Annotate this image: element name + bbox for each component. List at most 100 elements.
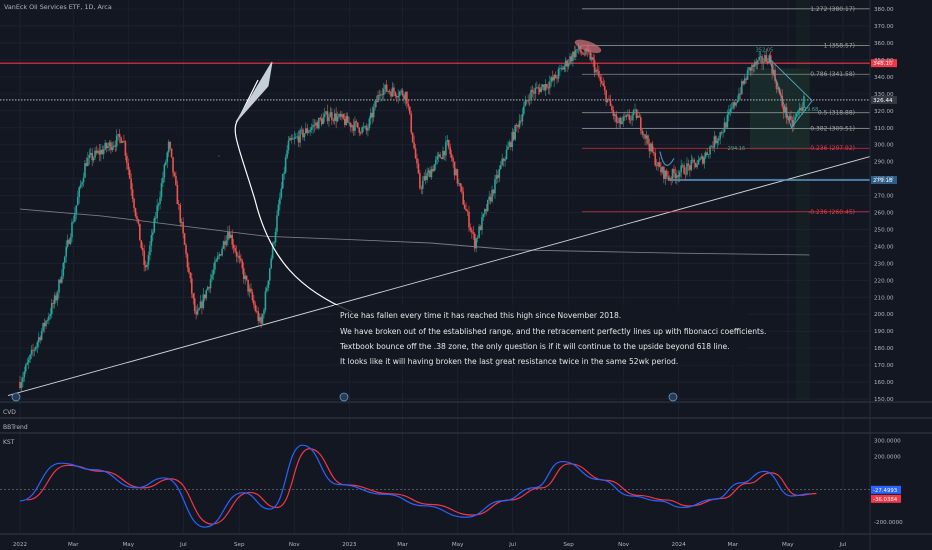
candle-body <box>222 241 225 249</box>
candle-body <box>227 232 229 241</box>
candle-body <box>562 67 564 70</box>
candle-body <box>673 169 675 174</box>
candle-body <box>557 69 560 79</box>
candle-body <box>319 117 322 119</box>
candle-body <box>203 294 206 299</box>
candle-body <box>559 68 561 70</box>
candle-body <box>255 310 258 312</box>
candle-body <box>267 280 270 289</box>
candle-body <box>254 304 257 311</box>
candle-body <box>192 293 195 299</box>
candle-body <box>759 56 762 58</box>
candle-body <box>201 301 203 308</box>
candle-body <box>361 127 363 134</box>
annotation-line-3: Textbook bounce off the .38 zone, the on… <box>340 342 730 351</box>
candle-body <box>95 150 98 153</box>
candle-body <box>492 189 495 194</box>
shaded-zone <box>795 0 810 400</box>
candle-body <box>764 55 766 63</box>
candle-body <box>691 159 694 161</box>
candle-body <box>104 143 106 150</box>
cvd-label[interactable]: CVD <box>3 409 16 416</box>
candle-body <box>94 150 96 158</box>
y-tick-label: 200.00 <box>874 312 894 318</box>
y-tick-label: 190.00 <box>874 329 894 335</box>
bbtrend-label[interactable]: BBTrend <box>3 424 28 431</box>
x-tick-label: Mar <box>397 542 408 548</box>
kst-label[interactable]: KST <box>3 439 14 446</box>
candle-body <box>331 112 333 120</box>
candle-body <box>442 150 444 159</box>
candle-body <box>644 134 646 139</box>
candle-body <box>362 127 365 129</box>
candle-body <box>266 288 268 292</box>
candle-body <box>570 56 573 62</box>
candle-body <box>551 77 554 81</box>
kst-tick-label: 200.0000 <box>874 455 901 461</box>
candle-body <box>674 173 677 179</box>
candle-body <box>398 91 401 96</box>
candle-body <box>105 143 108 149</box>
candle-body <box>741 81 743 95</box>
fib-label: 0.382 (309.51) <box>810 126 855 133</box>
candle-body <box>460 186 463 192</box>
candle-body <box>280 188 283 198</box>
candle-body <box>485 209 488 212</box>
candle-body <box>504 159 506 161</box>
candle-body <box>292 138 294 140</box>
candle-body <box>429 170 431 178</box>
y-tick-label: 280.00 <box>874 177 894 183</box>
candle-body <box>618 117 620 123</box>
candle-body <box>224 241 226 245</box>
candle-body <box>349 122 352 128</box>
candle-body <box>430 169 433 178</box>
symbol-title[interactable]: VanEck Oil Services ETF, 1D, Arca <box>4 3 112 11</box>
candle-body <box>62 262 65 276</box>
moving-average-line <box>19 208 810 256</box>
candle-body <box>113 145 115 147</box>
candle-body <box>446 139 449 142</box>
candle-body <box>507 146 509 150</box>
candle-body <box>359 132 362 134</box>
candle-body <box>180 221 183 223</box>
candle-body <box>602 83 605 87</box>
drawings[interactable]: 352.05294.16319.68· <box>218 37 818 313</box>
candle-body <box>677 175 680 177</box>
candle-body <box>534 88 537 94</box>
candle-body <box>596 69 599 71</box>
candle-body <box>590 57 593 60</box>
candle-body <box>573 51 576 58</box>
candle-body <box>697 160 700 165</box>
candle-body <box>22 377 24 383</box>
candle-body <box>517 125 519 128</box>
fib-label: 0.5 (318.88) <box>818 110 855 117</box>
candle-body <box>297 136 300 143</box>
candle-body <box>130 178 132 190</box>
time-axis[interactable]: 2022 Mar May Jul Sep Nov 2023 Mar May Jul Sep Nov 20… <box>11 392 847 548</box>
chart-canvas[interactable]: 348.10326.44279.18 1.272 (380.17)1 (358.… <box>0 0 932 550</box>
candle-body <box>580 51 583 53</box>
candle-body <box>583 54 586 56</box>
fib-label: 0.786 (341.58) <box>810 71 855 78</box>
candle-body <box>242 268 245 280</box>
candle-body <box>622 116 625 122</box>
candle-body <box>303 133 306 138</box>
y-tick-label: 210.00 <box>874 295 894 301</box>
candle-body <box>462 191 465 205</box>
candle-body <box>694 162 697 168</box>
candle-body <box>286 150 288 158</box>
candle-body <box>293 137 296 139</box>
candle-body <box>153 218 156 233</box>
candle-body <box>120 137 122 143</box>
candle-body <box>141 247 144 251</box>
candle-body <box>235 251 238 257</box>
candle-body <box>652 151 655 153</box>
candle-body <box>146 264 148 268</box>
candle-body <box>300 129 303 131</box>
candle-body <box>43 322 46 327</box>
candle-body <box>459 183 462 187</box>
y-tick-label: 170.00 <box>874 363 894 369</box>
candle-body <box>699 158 701 161</box>
kst-value-label: -36.0384 <box>873 497 898 503</box>
candle-body <box>241 260 244 269</box>
